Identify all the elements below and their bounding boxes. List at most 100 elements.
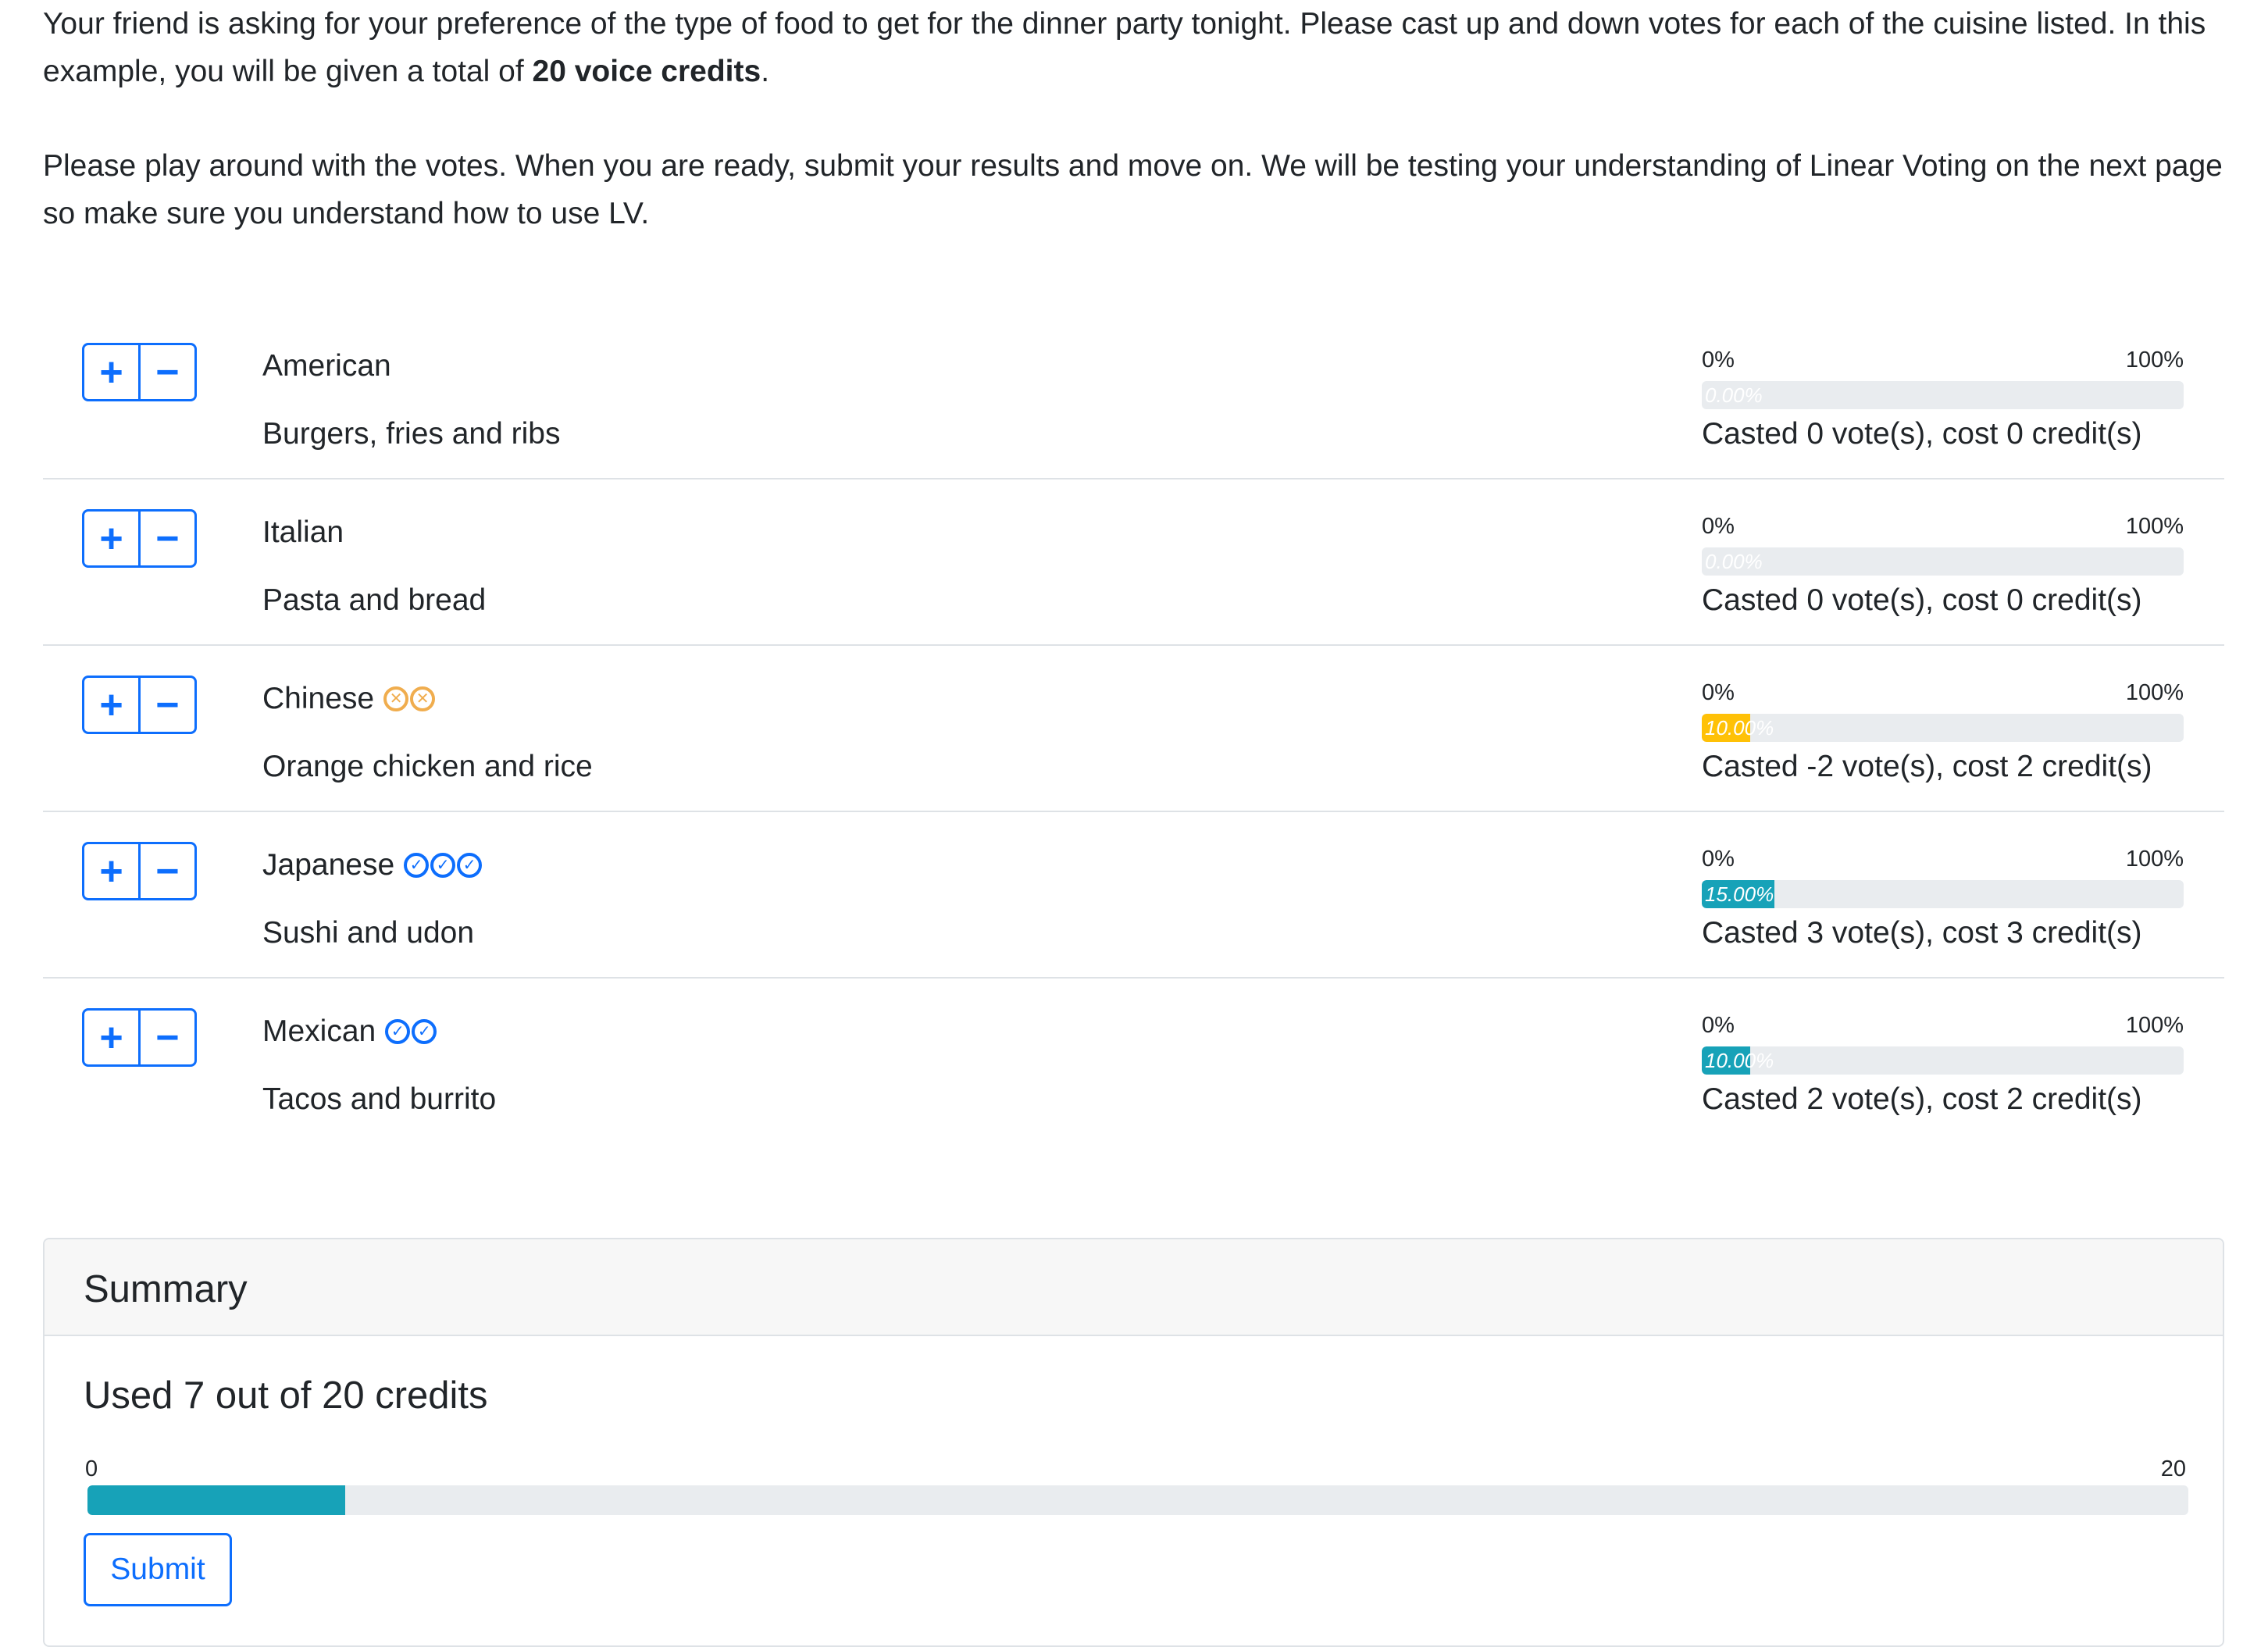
submit-button[interactable]: Submit <box>84 1533 232 1606</box>
option-description: Pasta and bread <box>262 583 487 617</box>
scale-min-label: 0% <box>1702 847 1735 872</box>
option-description: Tacos and burrito <box>262 1082 497 1116</box>
option-scale: 0% 100% <box>1702 348 2184 376</box>
option-progress-bar: 0.00% <box>1702 381 2184 409</box>
option-cast-text: Casted -2 vote(s), cost 2 credit(s) <box>1702 750 2152 783</box>
scale-min-label: 0% <box>1702 348 1735 373</box>
option-meter: 0% 100% 0.00% <box>1702 514 2184 576</box>
summary-title: Summary <box>84 1268 248 1310</box>
option-scale: 0% 100% <box>1702 1013 2184 1041</box>
voice-credits-emphasis: 20 voice credits <box>532 55 761 88</box>
credits-progress-bar <box>87 1485 2188 1515</box>
option-progress-bar: 10.00% <box>1702 714 2184 742</box>
option-title: American <box>262 349 401 383</box>
credits-used-text: Used 7 out of 20 credits <box>84 1374 488 1417</box>
scale-min-label: 0% <box>1702 680 1735 705</box>
credits-scale-min: 0 <box>85 1456 98 1481</box>
upvote-button-italian[interactable]: + <box>82 509 141 568</box>
option-meter: 0% 100% 10.00% <box>1702 680 2184 742</box>
plus-icon: + <box>99 1014 123 1061</box>
option-cast-text: Casted 3 vote(s), cost 3 credit(s) <box>1702 916 2142 950</box>
check-circle-icon: ✓ <box>457 853 483 878</box>
option-percent-label: 15.00% <box>1705 882 1774 906</box>
summary-card: Summary Used 7 out of 20 credits 0 20 Su… <box>43 1238 2224 1647</box>
option-percent-label: 0.00% <box>1705 383 1763 407</box>
option-meter: 0% 100% 10.00% <box>1702 1013 2184 1075</box>
vote-badges: ✓ ✓ ✓ <box>404 853 483 878</box>
option-name: Chinese <box>262 682 375 715</box>
option-description: Burgers, fries and ribs <box>262 417 561 451</box>
option-progress-bar: 10.00% <box>1702 1046 2184 1075</box>
minus-icon: − <box>155 349 180 395</box>
option-scale: 0% 100% <box>1702 514 2184 542</box>
option-scale: 0% 100% <box>1702 847 2184 875</box>
credits-scale-max: 20 <box>2160 1456 2186 1481</box>
instructions-paragraph-2: Please play around with the votes. When … <box>43 149 2223 230</box>
vote-buttons: + − <box>82 509 197 568</box>
downvote-button-italian[interactable]: − <box>138 509 197 568</box>
vote-buttons: + − <box>82 842 197 900</box>
option-row-american: + − American Burgers, fries and ribs 0% 100% 0… <box>43 313 2224 479</box>
option-name: Mexican <box>262 1014 376 1048</box>
option-percent-label: 10.00% <box>1705 1049 1774 1072</box>
downvote-button-american[interactable]: − <box>138 343 197 401</box>
upvote-button-chinese[interactable]: + <box>82 676 141 734</box>
downvote-button-japanese[interactable]: − <box>138 842 197 900</box>
plus-icon: + <box>99 515 123 561</box>
scale-min-label: 0% <box>1702 514 1735 539</box>
option-row-chinese: + − Chinese ✕ ✕ Orange chicken and rice 0% 100%… <box>43 646 2224 812</box>
option-title: Mexican ✓ ✓ <box>262 1014 438 1049</box>
scale-max-label: 100% <box>2125 847 2184 872</box>
instructions: Your friend is asking for your preferenc… <box>43 0 2224 237</box>
minus-icon: − <box>155 682 180 728</box>
downvote-button-mexican[interactable]: − <box>138 1008 197 1067</box>
option-meter: 0% 100% 0.00% <box>1702 348 2184 409</box>
vote-badges: ✓ ✓ <box>385 1019 438 1044</box>
vote-buttons: + − <box>82 1008 197 1067</box>
instructions-paragraph-1: Your friend is asking for your preferenc… <box>43 7 2206 88</box>
check-circle-icon: ✓ <box>430 853 456 878</box>
plus-icon: + <box>99 848 123 894</box>
minus-icon: − <box>155 848 180 894</box>
minus-icon: − <box>155 1014 180 1061</box>
upvote-button-american[interactable]: + <box>82 343 141 401</box>
plus-icon: + <box>99 682 123 728</box>
upvote-button-japanese[interactable]: + <box>82 842 141 900</box>
scale-max-label: 100% <box>2125 1013 2184 1038</box>
option-description: Sushi and udon <box>262 916 475 950</box>
vote-badges: ✕ ✕ <box>383 686 437 711</box>
option-title: Japanese ✓ ✓ ✓ <box>262 848 483 882</box>
minus-icon: − <box>155 515 180 561</box>
option-name: American <box>262 349 391 383</box>
option-cast-text: Casted 2 vote(s), cost 2 credit(s) <box>1702 1082 2142 1116</box>
check-circle-icon: ✓ <box>385 1019 411 1044</box>
option-scale: 0% 100% <box>1702 680 2184 708</box>
upvote-button-mexican[interactable]: + <box>82 1008 141 1067</box>
option-name: Japanese <box>262 848 395 882</box>
cuisine-options-list: + − American Burgers, fries and ribs 0% 100% 0… <box>43 313 2224 1143</box>
plus-icon: + <box>99 349 123 395</box>
option-description: Orange chicken and rice <box>262 750 593 783</box>
option-cast-text: Casted 0 vote(s), cost 0 credit(s) <box>1702 417 2142 451</box>
credits-scale: 0 20 <box>85 1456 2186 1485</box>
option-progress-bar: 0.00% <box>1702 547 2184 576</box>
option-progress-bar: 15.00% <box>1702 880 2184 908</box>
vote-buttons: + − <box>82 676 197 734</box>
scale-min-label: 0% <box>1702 1013 1735 1038</box>
scale-max-label: 100% <box>2125 680 2184 705</box>
x-circle-icon: ✕ <box>410 686 436 711</box>
option-meter: 0% 100% 15.00% <box>1702 847 2184 908</box>
scale-max-label: 100% <box>2125 514 2184 539</box>
option-cast-text: Casted 0 vote(s), cost 0 credit(s) <box>1702 583 2142 617</box>
option-name: Italian <box>262 515 344 549</box>
option-row-mexican: + − Mexican ✓ ✓ Tacos and burrito 0% 100% 10.00%… <box>43 979 2224 1143</box>
option-row-italian: + − Italian Pasta and bread 0% 100% 0.00% Caste… <box>43 479 2224 646</box>
scale-max-label: 100% <box>2125 348 2184 373</box>
x-circle-icon: ✕ <box>383 686 409 711</box>
credits-progress-fill <box>87 1485 345 1515</box>
vote-buttons: + − <box>82 343 197 401</box>
downvote-button-chinese[interactable]: − <box>138 676 197 734</box>
check-circle-icon: ✓ <box>412 1019 437 1044</box>
summary-header <box>45 1239 2223 1336</box>
option-title: Chinese ✕ ✕ <box>262 682 437 716</box>
